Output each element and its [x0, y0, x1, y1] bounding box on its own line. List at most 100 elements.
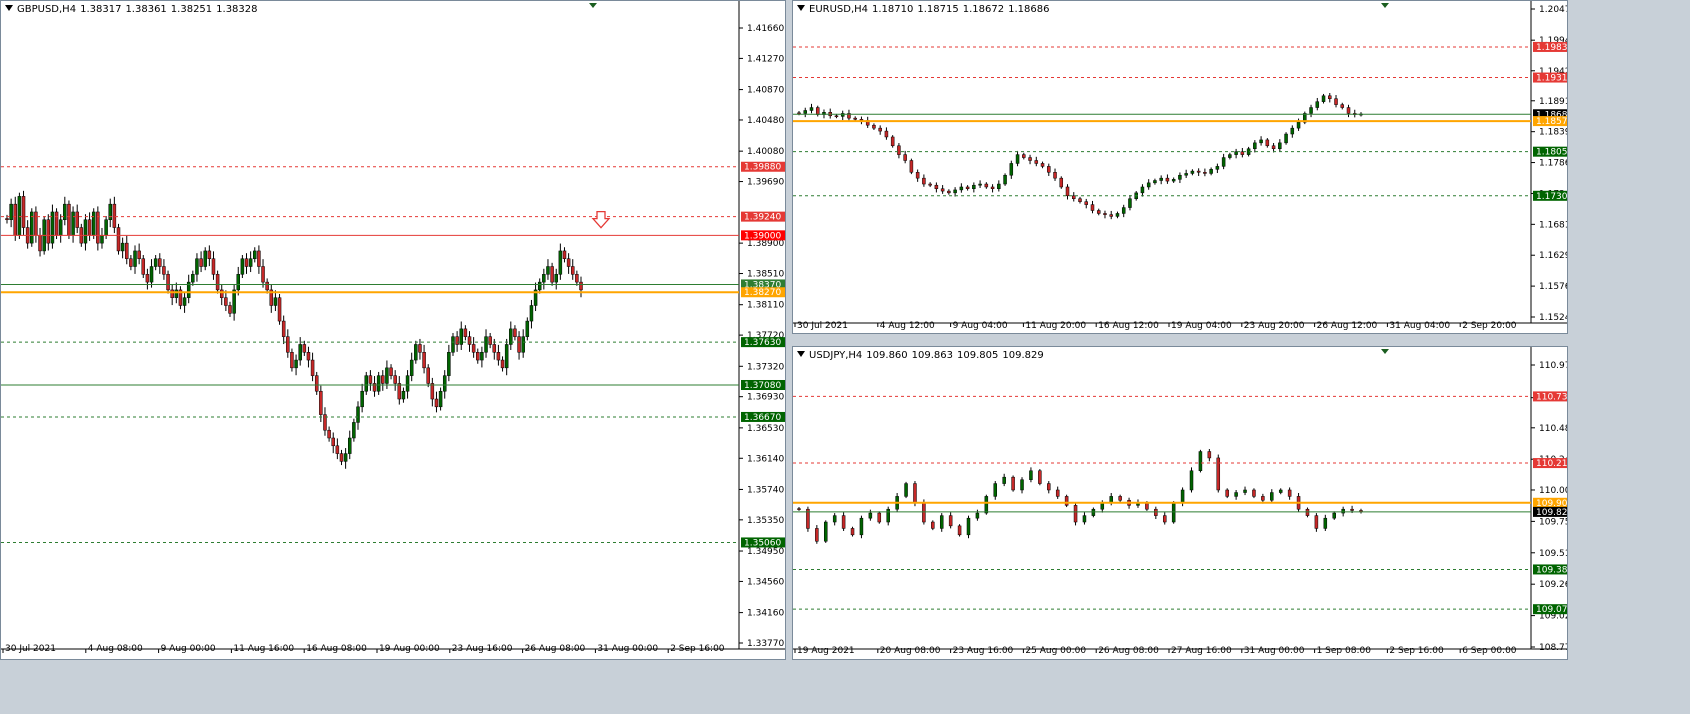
candle-body	[1284, 133, 1288, 144]
candle-body	[554, 274, 558, 283]
time-tick-label: 26 Aug 12:00	[1317, 321, 1378, 331]
candle-body	[170, 289, 174, 298]
candle-body	[244, 258, 249, 267]
candle-body	[54, 211, 59, 236]
candle-body	[500, 359, 505, 369]
time-tick-label: 19 Aug 00:00	[379, 644, 440, 654]
price-level-label: 110.730	[1536, 392, 1568, 402]
candle-body	[1253, 142, 1257, 149]
time-tick-label: 9 Aug 04:00	[953, 321, 1008, 331]
candle-body	[878, 127, 882, 132]
eurusd-chart[interactable]: EURUSD,H4 1.18710 1.18715 1.18672 1.18686 1.…	[792, 0, 1568, 334]
time-tick-label: 2 Sep 16:00	[1389, 646, 1444, 656]
candle-body	[1171, 502, 1176, 523]
usdjpy-chart[interactable]: USDJPY,H4 109.860 109.863 109.805 109.829 11…	[792, 346, 1568, 660]
candle-body	[877, 512, 882, 523]
candle-body	[1196, 170, 1201, 173]
candle-body	[376, 375, 381, 392]
candle-body	[38, 235, 42, 252]
price-level-label: 1.38270	[744, 288, 781, 298]
candle-body	[834, 115, 839, 118]
time-tick-label: 30 Jul 2021	[797, 321, 848, 331]
candle-body	[166, 274, 170, 291]
candle-body	[1341, 508, 1345, 514]
candle-body	[463, 328, 468, 337]
price-level-label: 109.380	[1536, 565, 1568, 575]
candle-body	[182, 297, 187, 306]
candle-body	[158, 258, 162, 267]
candle-body	[872, 124, 876, 129]
candle-body	[467, 336, 472, 345]
candle-body	[389, 367, 393, 376]
time-tick-label: 16 Aug 08:00	[306, 644, 367, 654]
candle-body	[488, 336, 492, 345]
price-tick-label: 1.38110	[747, 301, 784, 311]
candle-body	[451, 336, 455, 353]
close-value: 109.829	[1002, 350, 1044, 361]
candle-body	[1038, 470, 1042, 484]
candle-body	[525, 320, 530, 337]
candle-body	[331, 437, 335, 447]
eurusd-price-plot[interactable]: 1.204751.199451.194251.189151.183901.178…	[793, 1, 1568, 334]
collapse-triangle-icon[interactable]	[797, 5, 805, 11]
candle-body	[797, 112, 801, 115]
collapse-triangle-icon[interactable]	[797, 351, 805, 357]
gbpusd-chart[interactable]: GBPUSD,H4 1.38317 1.38361 1.38251 1.38328 1.…	[0, 0, 786, 660]
candle-body	[224, 297, 228, 306]
candle-body	[1015, 154, 1020, 164]
candle-body	[290, 352, 294, 369]
candle-body	[890, 136, 895, 147]
candle-body	[298, 344, 302, 361]
candle-body	[1315, 101, 1320, 108]
price-tick-label: 1.17865	[1539, 159, 1568, 169]
candle-body	[1121, 207, 1126, 214]
price-tick-label: 1.36140	[747, 454, 784, 464]
candle-body	[884, 130, 889, 138]
price-level-label: 1.18570	[1536, 117, 1568, 127]
candle-body	[153, 258, 158, 267]
candle-body	[1159, 177, 1163, 181]
usdjpy-price-plot[interactable]: 110.975110.720110.485110.240110.000109.7…	[793, 347, 1568, 660]
shift-marker-icon	[1381, 3, 1389, 8]
high-value: 1.18715	[917, 4, 959, 15]
time-tick-label: 4 Aug 12:00	[880, 321, 935, 331]
candle-body	[957, 525, 962, 536]
time-tick-label: 1 Sep 08:00	[1317, 646, 1372, 656]
candle-body	[517, 336, 521, 353]
candle-body	[418, 344, 422, 353]
candle-body	[1180, 489, 1185, 504]
shift-marker-icon	[1381, 349, 1389, 354]
price-tick-label: 1.40480	[747, 116, 784, 126]
candle-body	[9, 203, 13, 220]
candle-body	[1346, 107, 1351, 114]
symbol-label: GBPUSD,H4	[17, 4, 77, 15]
candle-body	[108, 203, 112, 220]
candle-body	[34, 211, 38, 236]
price-level-label: 1.19830	[1536, 43, 1568, 53]
candle-body	[1082, 515, 1087, 523]
gbpusd-price-plot[interactable]: 1.41660 1.41270 1.40870 1.40480 1.40080 1.396…	[1, 1, 786, 660]
collapse-triangle-icon[interactable]	[5, 5, 13, 11]
candle-body	[824, 521, 828, 542]
price-tick-label: 1.20475	[1539, 5, 1568, 15]
candle-body	[1203, 172, 1207, 174]
candle-body	[1207, 451, 1212, 459]
price-tick-label: 1.37320	[747, 362, 784, 372]
candle-body	[897, 145, 901, 155]
candle-body	[484, 336, 488, 353]
price-level-label: 110.210	[1536, 459, 1568, 469]
candle-body	[302, 344, 307, 353]
candle-body	[393, 375, 397, 384]
time-tick-label: 2 Sep 16:00	[670, 644, 725, 654]
candle-body	[442, 375, 447, 392]
price-level-label: 1.39880	[744, 163, 781, 173]
price-tick-label: 1.33770	[747, 639, 784, 649]
candle-body	[940, 188, 945, 192]
price-level-label: 1.36670	[744, 413, 781, 423]
candle-body	[972, 184, 976, 189]
open-value: 1.38317	[80, 4, 122, 15]
candle-body	[46, 219, 51, 244]
candle-body	[273, 297, 278, 306]
candle-body	[5, 218, 9, 220]
time-tick-label: 26 Aug 08:00	[1098, 646, 1159, 656]
